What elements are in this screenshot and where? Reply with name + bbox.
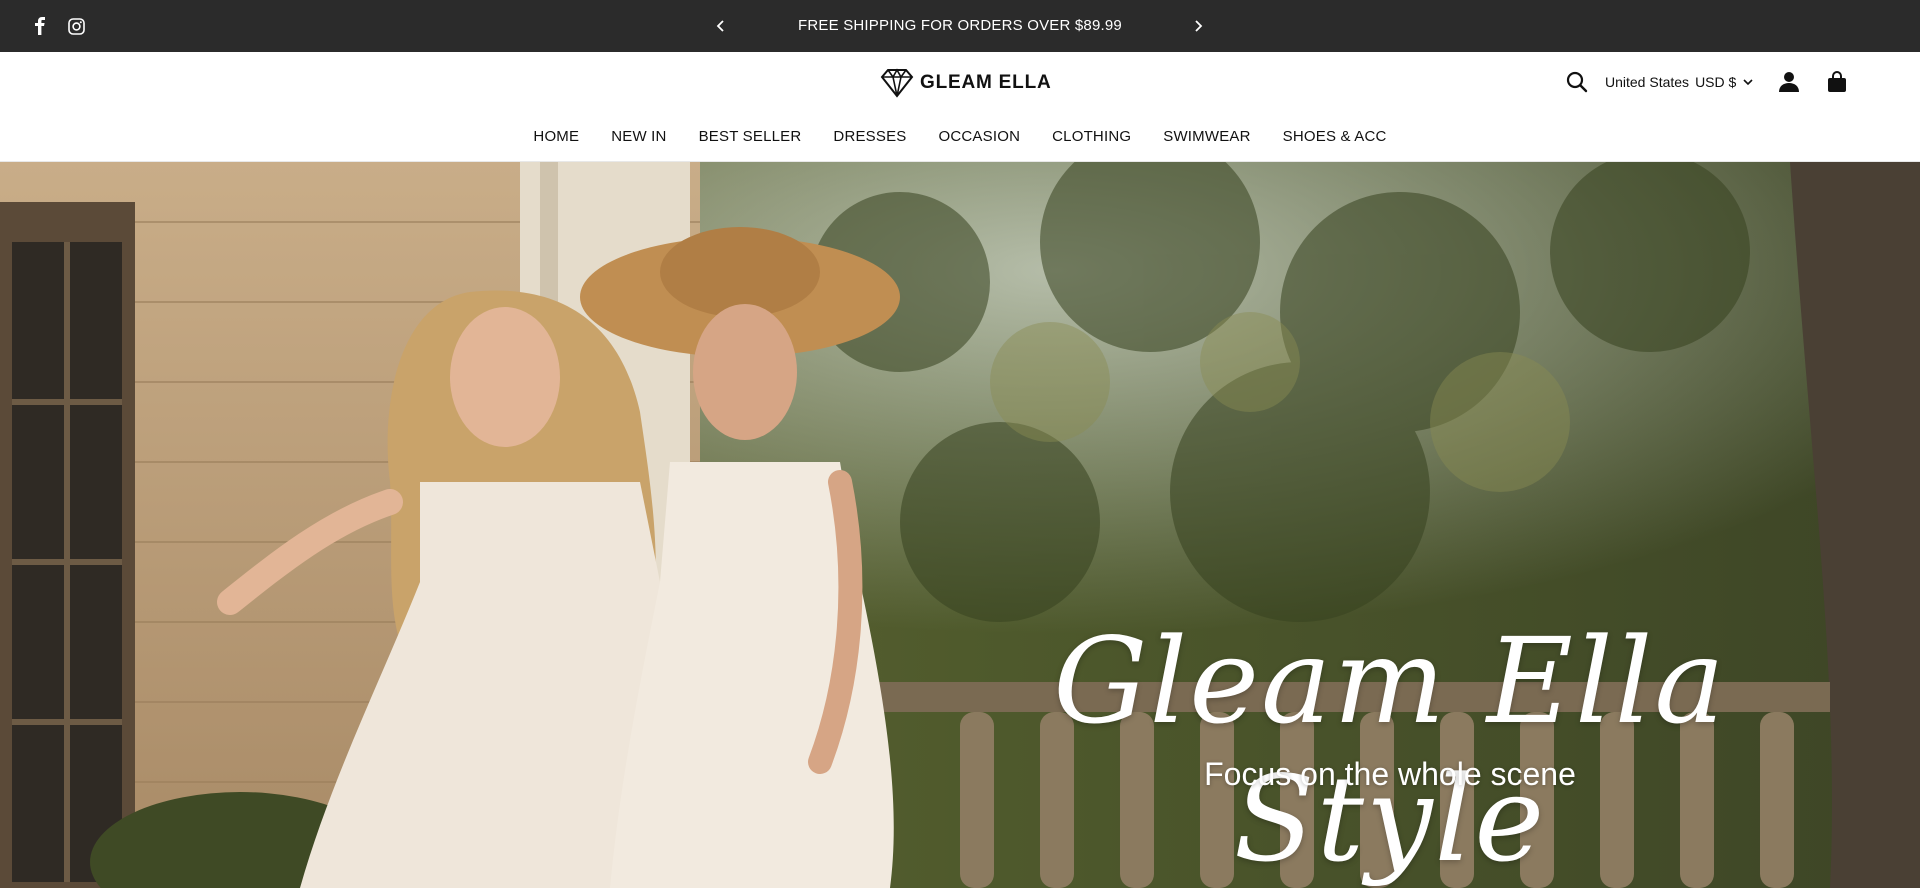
chevron-down-icon <box>1743 79 1753 86</box>
hero-subtitle: Focus on the whole scene <box>1204 756 1576 792</box>
announcement-bar: FREE SHIPPING FOR ORDERS OVER $89.99 <box>0 0 1920 52</box>
nav-item-dresses[interactable]: DRESSES <box>817 128 922 145</box>
country-label: United States <box>1605 74 1690 90</box>
nav-item-occasion[interactable]: OCCASION <box>923 128 1037 145</box>
social-links <box>30 16 86 36</box>
nav-item-shoes-acc[interactable]: SHOES & ACC <box>1267 128 1403 145</box>
facebook-icon[interactable] <box>30 16 50 36</box>
diamond-logo-icon <box>880 68 914 98</box>
hero-title: Gleam Ella Style <box>1053 612 1727 888</box>
nav-item-home[interactable]: HOME <box>517 128 595 145</box>
search-icon[interactable] <box>1565 70 1589 94</box>
country-currency-selector[interactable]: United States USD $ <box>1605 74 1754 90</box>
nav-item-clothing[interactable]: CLOTHING <box>1036 128 1147 145</box>
nav-item-swimwear[interactable]: SWIMWEAR <box>1147 128 1266 145</box>
brand-logo[interactable]: GLEAM ELLA <box>880 68 1052 98</box>
announcement-prev-button[interactable] <box>709 14 733 38</box>
hero-banner[interactable]: Gleam Ella Style Focus on the whole scen… <box>0 162 1920 888</box>
nav-item-best-seller[interactable]: BEST SELLER <box>683 128 818 145</box>
site-header: GLEAM ELLA United States USD $ HOME NEW … <box>0 52 1920 162</box>
announcement-next-button[interactable] <box>1186 14 1210 38</box>
header-tools: United States USD $ <box>1565 70 1848 94</box>
nav-item-new-in[interactable]: NEW IN <box>595 128 682 145</box>
main-navigation: HOME NEW IN BEST SELLER DRESSES OCCASION… <box>0 128 1920 145</box>
instagram-icon[interactable] <box>66 16 86 36</box>
announcement-text: FREE SHIPPING FOR ORDERS OVER $89.99 <box>798 17 1122 34</box>
currency-label: USD $ <box>1695 74 1737 90</box>
account-icon[interactable] <box>1778 71 1800 93</box>
cart-bag-icon[interactable] <box>1826 71 1848 93</box>
brand-name: GLEAM ELLA <box>920 72 1052 93</box>
